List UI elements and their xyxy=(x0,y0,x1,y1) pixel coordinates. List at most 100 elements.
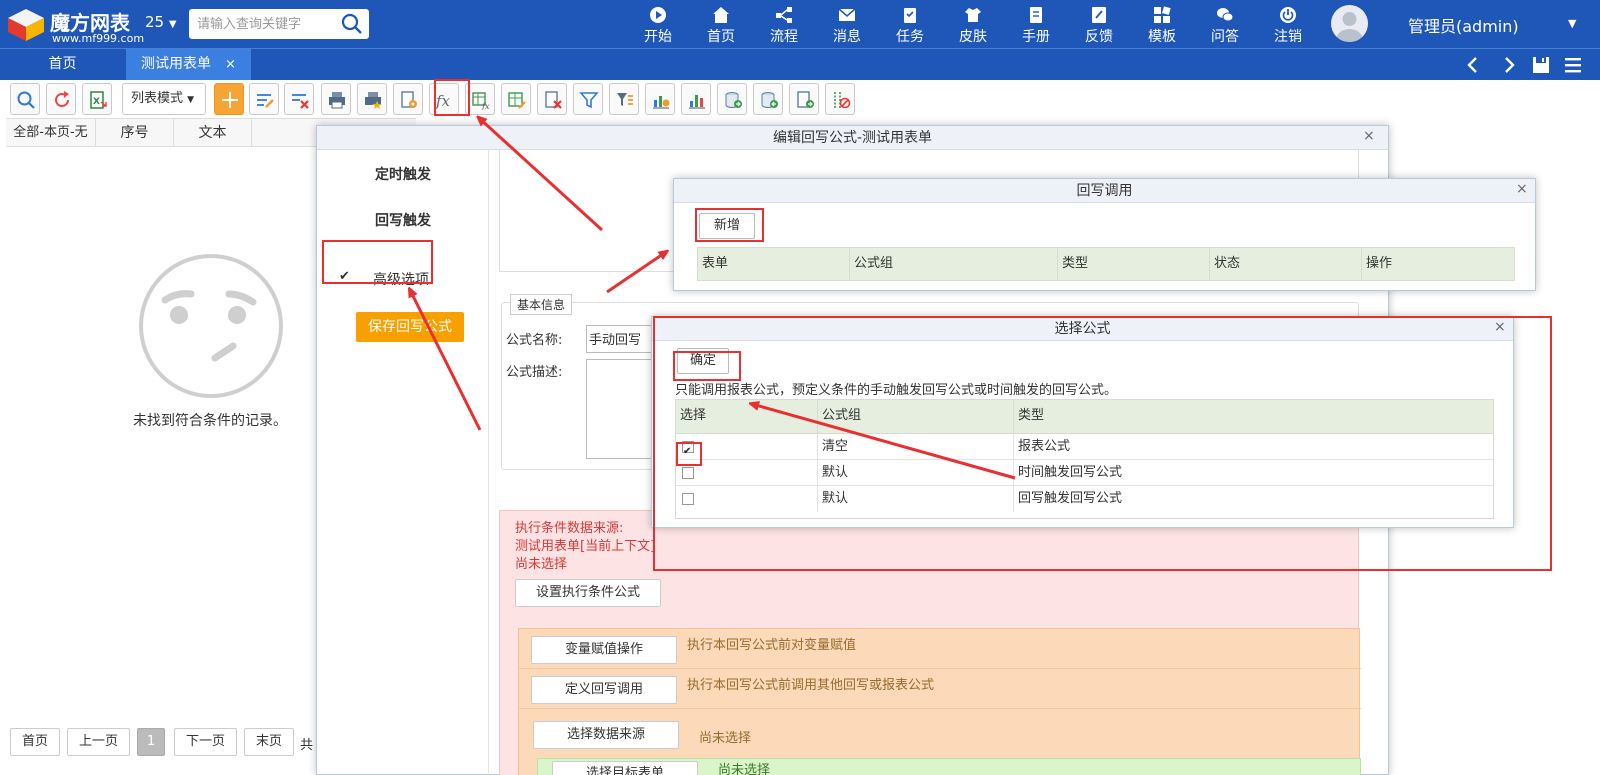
doc-x-icon xyxy=(545,91,562,109)
search-icon[interactable] xyxy=(341,13,363,35)
chevron-left-icon[interactable] xyxy=(1463,55,1483,75)
nav-tasks[interactable]: 任务 xyxy=(882,6,938,46)
next-page-button[interactable]: 下一页 xyxy=(174,728,237,756)
target-status: 尚未选择 xyxy=(718,763,771,775)
user-name[interactable]: 管理员(admin) xyxy=(1408,13,1519,37)
doc-delete-button[interactable] xyxy=(537,83,567,115)
search-icon xyxy=(17,91,35,109)
nav-feedback[interactable]: 反馈 xyxy=(1071,6,1127,46)
dialog-title: 编辑回写公式-测试用表单 xyxy=(317,126,1388,150)
settings-button[interactable] xyxy=(393,83,423,115)
annotation-box-confirm xyxy=(673,351,741,381)
save-formula-button[interactable]: 保存回写公式 xyxy=(356,312,464,342)
notification-count[interactable]: 25 ▼ xyxy=(145,13,177,31)
printer-icon xyxy=(329,92,345,109)
last-page-button[interactable]: 末页 xyxy=(244,728,294,756)
select-source-button[interactable]: 选择数据来源 xyxy=(533,721,679,749)
mail-icon xyxy=(838,8,856,21)
save-icon[interactable] xyxy=(1531,55,1551,75)
delete-button[interactable] xyxy=(284,83,314,115)
filter-button[interactable] xyxy=(573,83,603,115)
print-button[interactable] xyxy=(321,83,351,115)
add-button[interactable] xyxy=(214,83,244,115)
column-header-serial[interactable]: 序号 xyxy=(96,119,174,147)
avatar[interactable] xyxy=(1331,5,1368,42)
annotation-box-select-dialog xyxy=(653,316,1552,571)
source-status: 尚未选择 xyxy=(699,731,752,746)
edit-button[interactable] xyxy=(249,83,279,115)
refresh-icon xyxy=(55,91,69,107)
close-icon[interactable]: × xyxy=(1516,181,1528,197)
tab-test-form[interactable]: 测试用表单 × xyxy=(126,49,251,80)
chat-icon xyxy=(1217,8,1234,22)
chart-gear-icon xyxy=(653,96,670,109)
nav-skin[interactable]: 皮肤 xyxy=(945,6,1001,46)
view-mode-select[interactable]: 列表模式 ▼ xyxy=(122,83,206,115)
annotation-box-fx xyxy=(434,79,470,116)
nav-qa[interactable]: 问答 xyxy=(1197,6,1253,46)
columns-block-icon xyxy=(834,92,851,109)
feedback-icon xyxy=(1092,7,1106,23)
db-import-button[interactable] xyxy=(717,83,747,115)
select-target-button[interactable]: 选择目标表单 xyxy=(552,761,698,775)
menu-timed-trigger[interactable]: 定时触发 xyxy=(317,164,489,184)
select-all-header[interactable]: 全部-本页-无 xyxy=(6,119,96,147)
close-icon[interactable]: × xyxy=(1363,128,1375,144)
chart-button[interactable] xyxy=(681,83,711,115)
brand-logo[interactable]: 魔方网表 www.mf999.com xyxy=(6,5,144,45)
caret-down-icon[interactable]: ▼ xyxy=(1568,17,1576,30)
workflow-icon xyxy=(776,7,792,23)
grid-edit-button[interactable] xyxy=(501,83,531,115)
advanced-filter-button[interactable] xyxy=(609,83,639,115)
annotation-box-add xyxy=(695,208,764,242)
task-icon xyxy=(904,8,916,23)
plus-icon xyxy=(222,92,238,108)
set-condition-button[interactable]: 设置执行条件公式 xyxy=(515,579,661,607)
first-page-button[interactable]: 首页 xyxy=(10,728,60,756)
chevron-right-icon[interactable] xyxy=(1499,55,1519,75)
cond-status: 尚未选择 xyxy=(515,557,568,572)
tab-home[interactable]: 首页 xyxy=(0,49,125,80)
menu-icon[interactable] xyxy=(1563,55,1583,75)
brand-site: www.mf999.com xyxy=(52,32,145,45)
filter-list-icon xyxy=(617,93,633,106)
nav-logout[interactable]: 注销 xyxy=(1260,6,1316,46)
bar-chart-icon xyxy=(689,95,705,109)
nav-templates[interactable]: 模板 xyxy=(1134,6,1190,46)
export-excel-button[interactable]: X xyxy=(82,83,112,115)
caret-down-icon: ▼ xyxy=(168,19,177,30)
call-desc: 执行本回写公式前调用其他回写或报表公式 xyxy=(687,678,935,693)
print-template-button[interactable] xyxy=(357,83,387,115)
database-arrow-icon xyxy=(725,92,742,108)
column-header-text[interactable]: 文本 xyxy=(174,119,252,147)
database-back-icon xyxy=(761,92,778,108)
search-input[interactable] xyxy=(197,14,337,34)
nav-home[interactable]: 首页 xyxy=(693,6,749,46)
cond-form-label: 测试用表单[当前上下文] xyxy=(515,539,656,554)
nav-workflow[interactable]: 流程 xyxy=(756,6,812,46)
action-section: 变量赋值操作 执行本回写公式前对变量赋值 定义回写调用 执行本回写公式前调用其他… xyxy=(518,628,1361,775)
nav-messages[interactable]: 消息 xyxy=(819,6,875,46)
column-settings-button[interactable] xyxy=(825,83,855,115)
refresh-button[interactable] xyxy=(46,83,76,115)
current-page[interactable]: 1 xyxy=(137,728,165,756)
excel-icon: X xyxy=(90,91,107,109)
prev-page-button[interactable]: 上一页 xyxy=(67,728,130,756)
nav-manual[interactable]: 手册 xyxy=(1008,6,1064,46)
power-icon xyxy=(1280,7,1296,23)
book-icon xyxy=(1030,7,1042,23)
doc-export-button[interactable] xyxy=(789,83,819,115)
call-row: 定义回写调用 执行本回写公式前调用其他回写或报表公式 xyxy=(519,669,1361,709)
menu-writeback-trigger[interactable]: 回写触发 xyxy=(317,210,489,230)
close-icon[interactable]: × xyxy=(225,57,236,72)
delete-list-icon xyxy=(292,94,309,109)
nav-start[interactable]: 开始 xyxy=(630,6,686,46)
name-label: 公式名称: xyxy=(506,333,563,348)
chart-settings-button[interactable] xyxy=(645,83,675,115)
db-export-button[interactable] xyxy=(753,83,783,115)
define-call-button[interactable]: 定义回写调用 xyxy=(531,676,677,704)
var-assign-button[interactable]: 变量赋值操作 xyxy=(531,636,677,664)
dialog-title: 回写调用 xyxy=(674,179,1535,203)
filter-icon xyxy=(579,92,599,109)
search-button[interactable] xyxy=(10,83,40,115)
